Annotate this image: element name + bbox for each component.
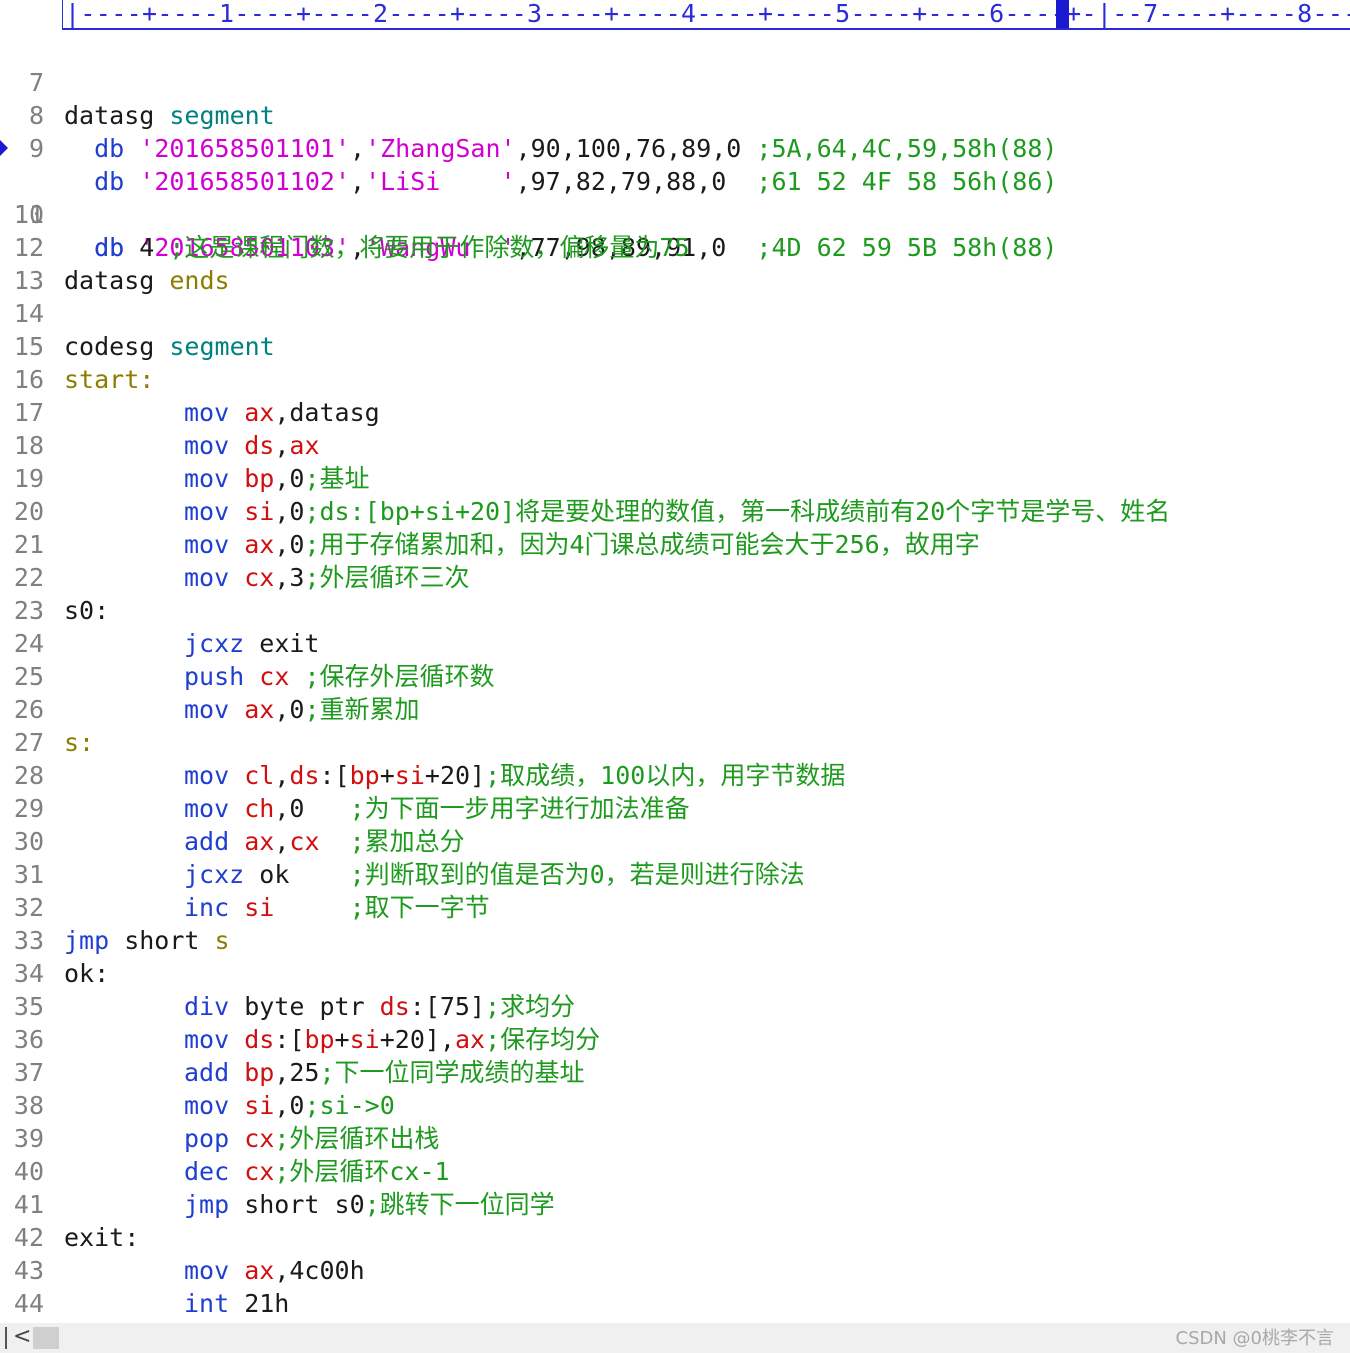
code-line[interactable]: 36 add bp,25;下一位同学成绩的基址: [0, 990, 585, 1087]
code-text: start:: [64, 365, 155, 394]
code-line[interactable]: 44: [0, 1254, 60, 1318]
code-line[interactable]: 23 jcxz exit: [0, 561, 320, 658]
code-text: jmp short s0;跳转下一位同学: [184, 1190, 555, 1219]
code-text: mov ax,datasg: [184, 398, 380, 427]
ruler-gutter: [0, 0, 62, 30]
code-text: codesg segment: [64, 332, 275, 361]
ruler-scale: |----+----1----+----2----+----3----+----…: [65, 0, 1350, 28]
code-text: mov si,0;ds:[bp+si+20]将是要处理的数值，第一科成绩前有20…: [184, 497, 1171, 526]
code-text: jmp short s: [64, 926, 230, 955]
code-line[interactable]: 24 push cx ;保存外层循环数: [0, 594, 495, 691]
code-line[interactable]: 20 mov ax,0;用于存储累加和，因为4门课总成绩可能会大于256，故用字: [0, 462, 980, 559]
code-line[interactable]: 40 jmp short s0;跳转下一位同学: [0, 1122, 555, 1219]
code-line[interactable]: 30 jcxz ok ;判断取到的值是否为0，若是则进行除法: [0, 792, 805, 889]
code-line[interactable]: 18 mov bp,0;基址: [0, 396, 370, 493]
code-text: s:: [64, 728, 95, 757]
code-line[interactable]: 16 mov ax,datasg: [0, 330, 380, 427]
code-line[interactable]: 34 div byte ptr ds:[75];求均分: [0, 924, 575, 1021]
code-text: ok:: [64, 959, 110, 988]
code-line[interactable]: 27 mov cl,ds:[bp+si+20];取成绩，100以内，用字节数据: [0, 693, 845, 790]
code-editor[interactable]: 7 datasg segment 8 db '201658501101','Zh…: [0, 33, 1350, 1323]
code-text: db '201658501101','ZhangSan',90,100,76,8…: [94, 134, 1058, 163]
code-line[interactable]: 21 mov cx,3;外层循环三次: [0, 495, 470, 592]
horizontal-scrollbar[interactable]: <: [0, 1323, 1350, 1353]
code-text: jcxz ok ;判断取到的值是否为0，若是则进行除法: [184, 860, 805, 889]
code-line[interactable]: 38 pop cx;外层循环出栈: [0, 1056, 440, 1153]
code-line[interactable]: 12 datasg ends: [0, 198, 230, 295]
code-line[interactable]: 31 inc si ;取下一字节: [0, 825, 490, 922]
code-line[interactable]: 28 mov ch,0 ;为下面一步用字进行加法准备: [0, 726, 690, 823]
code-line[interactable]: 15 start:: [0, 297, 154, 394]
code-line[interactable]: 33 ok:: [0, 891, 109, 988]
code-text: mov bp,0;基址: [184, 464, 370, 493]
code-line[interactable]: 11 db 4 ;这是课程门数，将要用于作除数，偏移量为75: [0, 165, 690, 262]
code-line[interactable]: 29 add ax,cx ;累加总分: [0, 759, 465, 856]
code-line[interactable]: 22 s0:: [0, 528, 109, 625]
code-line[interactable]: 43 int 21h: [0, 1221, 289, 1318]
code-text: db 4 ;这是课程门数，将要用于作除数，偏移量为75: [94, 233, 690, 262]
code-text: s0:: [64, 596, 110, 625]
code-line[interactable]: 8 db '201658501101','ZhangSan',90,100,76…: [0, 66, 1058, 163]
code-text: mov ds,ax: [184, 431, 320, 460]
ruler-column-cursor: [1056, 0, 1069, 28]
code-text: inc si ;取下一字节: [184, 893, 490, 922]
code-text: mov ch,0 ;为下面一步用字进行加法准备: [184, 794, 690, 823]
code-line[interactable]: 32 jmp short s: [0, 858, 230, 955]
code-line[interactable]: 37 mov si,0;si->0: [0, 1023, 395, 1120]
code-line[interactable]: 42 mov ax,4c00h: [0, 1188, 365, 1285]
code-text: mov ax,4c00h: [184, 1256, 365, 1285]
code-text: add ax,cx ;累加总分: [184, 827, 465, 856]
code-text: dec cx;外层循环cx-1: [184, 1157, 450, 1186]
code-text: int 21h: [184, 1289, 290, 1318]
scrollbar-edge: [5, 1327, 7, 1349]
code-text: push cx ;保存外层循环数: [184, 662, 495, 691]
code-text: pop cx;外层循环出栈: [184, 1124, 440, 1153]
code-text: mov cx,3;外层循环三次: [184, 563, 470, 592]
code-line[interactable]: 26 s:: [0, 660, 94, 757]
code-line[interactable]: 14 codesg segment: [0, 264, 275, 361]
code-line[interactable]: 19 mov si,0;ds:[bp+si+20]将是要处理的数值，第一科成绩前…: [0, 429, 1170, 526]
code-text: add bp,25;下一位同学成绩的基址: [184, 1058, 585, 1087]
code-text: mov si,0;si->0: [184, 1091, 395, 1120]
code-line[interactable]: 13: [0, 231, 60, 295]
current-line-marker: [0, 140, 8, 156]
code-line[interactable]: 39 dec cx;外层循环cx-1: [0, 1089, 450, 1186]
code-text: div byte ptr ds:[75];求均分: [184, 992, 576, 1021]
code-text: mov ax,0;重新累加: [184, 695, 420, 724]
scrollbar-thumb[interactable]: [33, 1327, 59, 1349]
code-text: jcxz exit: [184, 629, 320, 658]
code-line[interactable]: 17 mov ds,ax: [0, 363, 320, 460]
code-text: db '201658501102','LiSi ',97,82,79,88,0 …: [94, 167, 1058, 196]
code-line[interactable]: 25 mov ax,0;重新累加: [0, 627, 420, 724]
code-text: mov ds:[bp+si+20],ax;保存均分: [184, 1025, 601, 1054]
code-text: exit:: [64, 1223, 140, 1252]
column-ruler: |----+----1----+----2----+----3----+----…: [62, 0, 1350, 30]
code-line[interactable]: 35 mov ds:[bp+si+20],ax;保存均分: [0, 957, 600, 1054]
code-line[interactable]: 9 db '201658501102','LiSi ',97,82,79,88,…: [0, 99, 1058, 196]
scroll-left-arrow-icon[interactable]: <: [13, 1324, 31, 1349]
code-text: mov ax,0;用于存储累加和，因为4门课总成绩可能会大于256，故用字: [184, 530, 980, 559]
code-text: datasg segment: [64, 101, 275, 130]
code-line[interactable]: 41 exit:: [0, 1155, 139, 1252]
code-text: mov cl,ds:[bp+si+20];取成绩，100以内，用字节数据: [184, 761, 846, 790]
watermark: CSDN @0桃李不言: [1175, 1328, 1335, 1349]
code-text: datasg ends: [64, 266, 230, 295]
code-line[interactable]: 7 datasg segment: [0, 33, 275, 130]
code-line[interactable]: 45 codesg ends: [0, 1287, 60, 1323]
code-line-current[interactable]: 10 db '201658501103','WangWu ',77,98,89,…: [0, 132, 1057, 262]
